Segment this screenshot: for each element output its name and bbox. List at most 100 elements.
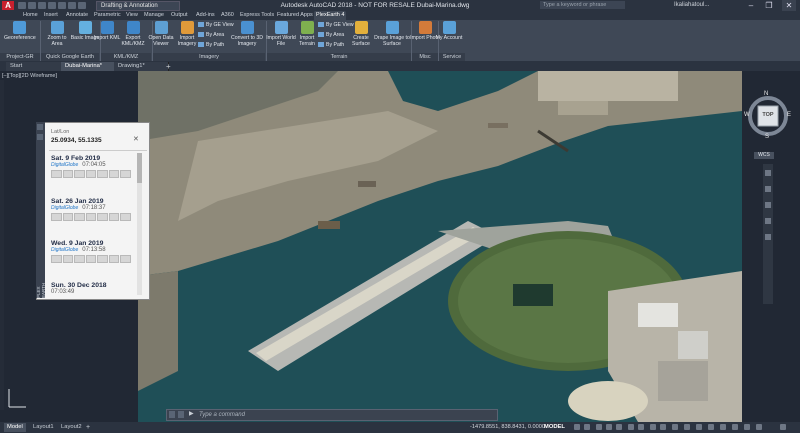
search-input[interactable]: Type a keyword or phrase [540,1,625,9]
new-tab-icon[interactable]: + [166,62,171,71]
imagery-entry[interactable]: Sat. 26 Jan 2019 DigitalGlobe 07:18:37 [51,198,132,221]
steering-wheel-icon[interactable] [765,170,771,176]
tab-add-ins[interactable]: Add-ins [194,11,217,20]
model-space-toggle[interactable]: MODEL [544,423,565,432]
viewcube-top-face[interactable]: TOP [759,112,777,118]
tab-a360[interactable]: A360 [219,11,236,20]
thumbnail-strip[interactable] [51,213,132,221]
print-icon[interactable] [58,2,66,9]
panel-settings-icon[interactable] [37,134,43,140]
zoom-icon[interactable] [765,202,771,208]
customization-menu-icon[interactable] [780,424,786,430]
workspace-dropdown[interactable]: Drafting & Annotation [96,1,180,11]
status-bar [0,422,800,433]
imagery-by-ge-view-button[interactable]: By GE View [198,22,234,29]
wcs-menu[interactable]: WCS [754,152,774,159]
pan-icon[interactable] [765,186,771,192]
new-file-icon[interactable] [18,2,26,9]
annotation-scale-icon[interactable] [672,424,678,430]
file-tab-drawing1[interactable]: Drawing1* [114,62,169,71]
selection-cycling-icon[interactable] [660,424,666,430]
export-kml-button[interactable]: Export KML/KMZ [118,21,148,53]
snap-icon[interactable] [584,424,590,430]
file-tab-start[interactable]: Start [6,62,65,71]
command-line[interactable]: ▶ Type a command [166,409,498,421]
tab-express-tools[interactable]: Express Tools [238,11,276,20]
georeference-button[interactable]: Georeference [4,21,36,53]
quick-properties-icon[interactable] [720,424,726,430]
isolate-objects-icon[interactable] [732,424,738,430]
thumbnail-strip[interactable] [51,255,132,263]
imagery-entry[interactable]: Sat. 9 Feb 2019 DigitalGlobe 07:04:05 [51,155,132,178]
tab-plexearth[interactable]: PlexEarth 4 [314,11,347,20]
transparency-icon[interactable] [650,424,656,430]
showmotion-icon[interactable] [765,234,771,240]
create-surface-button[interactable]: Create Surface [346,21,376,53]
annotation-monitor-icon[interactable] [696,424,702,430]
zoom-to-area-button[interactable]: Zoom to Area [42,21,72,53]
undo-icon[interactable] [68,2,76,9]
tab-output[interactable]: Output [169,11,190,20]
command-prompt-icon: ▶ [189,411,194,417]
tab-view[interactable]: View [124,11,140,20]
viewcube[interactable]: TOP N S E W WCS [744,84,796,164]
save-as-icon[interactable] [48,2,56,9]
coordinates-readout[interactable]: -1479.8551, 838.8431, 0.0000 [470,423,545,432]
grid-icon[interactable] [574,424,580,430]
file-tab-dubai-marina[interactable]: Dubai-Marina* [61,62,118,71]
open-file-icon[interactable] [28,2,36,9]
drape-image-button[interactable]: Drape Image to Surface [374,21,410,53]
tab-home[interactable]: Home [21,11,40,20]
tab-featured-apps[interactable]: Featured Apps [275,11,315,20]
tab-manage[interactable]: Manage [142,11,166,20]
layout-tab-layout2[interactable]: Layout2 [58,423,85,432]
restore-button[interactable]: ❐ [762,0,776,11]
osnap-icon[interactable] [616,424,622,430]
tab-parametric[interactable]: Parametric [92,11,123,20]
imagery-by-path-button[interactable]: By Path [198,42,224,49]
minimize-button[interactable]: – [744,0,758,11]
autocad-logo-icon[interactable]: A [2,1,14,10]
add-layout-icon[interactable]: + [86,423,90,432]
clean-screen-icon[interactable] [756,424,762,430]
thumbnail-strip[interactable] [51,170,132,178]
units-icon[interactable] [708,424,714,430]
close-button[interactable]: ✕ [782,0,796,11]
tab-annotate[interactable]: Annotate [64,11,90,20]
polar-icon[interactable] [606,424,612,430]
account-icon [442,21,456,34]
panel-close-icon[interactable] [37,124,43,130]
ge-view-icon [198,22,204,28]
convert-3d-imagery-button[interactable]: Convert to 3D Imagery [230,21,264,53]
compass-south[interactable]: S [765,134,769,140]
workspace-switch-icon[interactable] [684,424,690,430]
layout-tab-layout1[interactable]: Layout1 [30,423,57,432]
panel-handle[interactable]: PLEX EARTH [36,122,46,298]
imagery-by-area-button[interactable]: By Area [198,32,224,39]
terrain-by-area-button[interactable]: By Area [318,32,344,39]
compass-west[interactable]: W [744,112,750,118]
save-icon[interactable] [38,2,46,9]
redo-icon[interactable] [78,2,86,9]
compass-east[interactable]: E [787,112,791,118]
terrain-by-path-button[interactable]: By Path [318,42,344,49]
orbit-icon[interactable] [765,218,771,224]
otrack-icon[interactable] [628,424,634,430]
ortho-icon[interactable] [596,424,602,430]
compass-north[interactable]: N [764,91,768,97]
tab-insert[interactable]: Insert [42,11,60,20]
panel-scrollbar[interactable] [137,153,142,295]
customize-command-icon[interactable] [178,411,184,418]
user-account[interactable]: Ikaliahatoul... [674,1,709,10]
imagery-entry[interactable]: Wed. 9 Jan 2019 DigitalGlobe 07:13:58 [51,240,132,263]
my-account-button[interactable]: My Account [434,21,464,53]
viewport-controls[interactable]: [–][Top][2D Wireframe] [2,73,57,79]
lineweight-icon[interactable] [638,424,644,430]
scrollbar-thumb[interactable] [137,153,142,183]
graphics-performance-icon[interactable] [744,424,750,430]
imagery-entry[interactable]: Sun. 30 Dec 2018 07:03:49 [51,282,131,296]
close-command-icon[interactable] [169,411,175,418]
layout-tab-model[interactable]: Model [4,423,26,432]
command-input[interactable]: Type a command [199,410,245,420]
close-panel-icon[interactable]: ✕ [133,135,139,143]
